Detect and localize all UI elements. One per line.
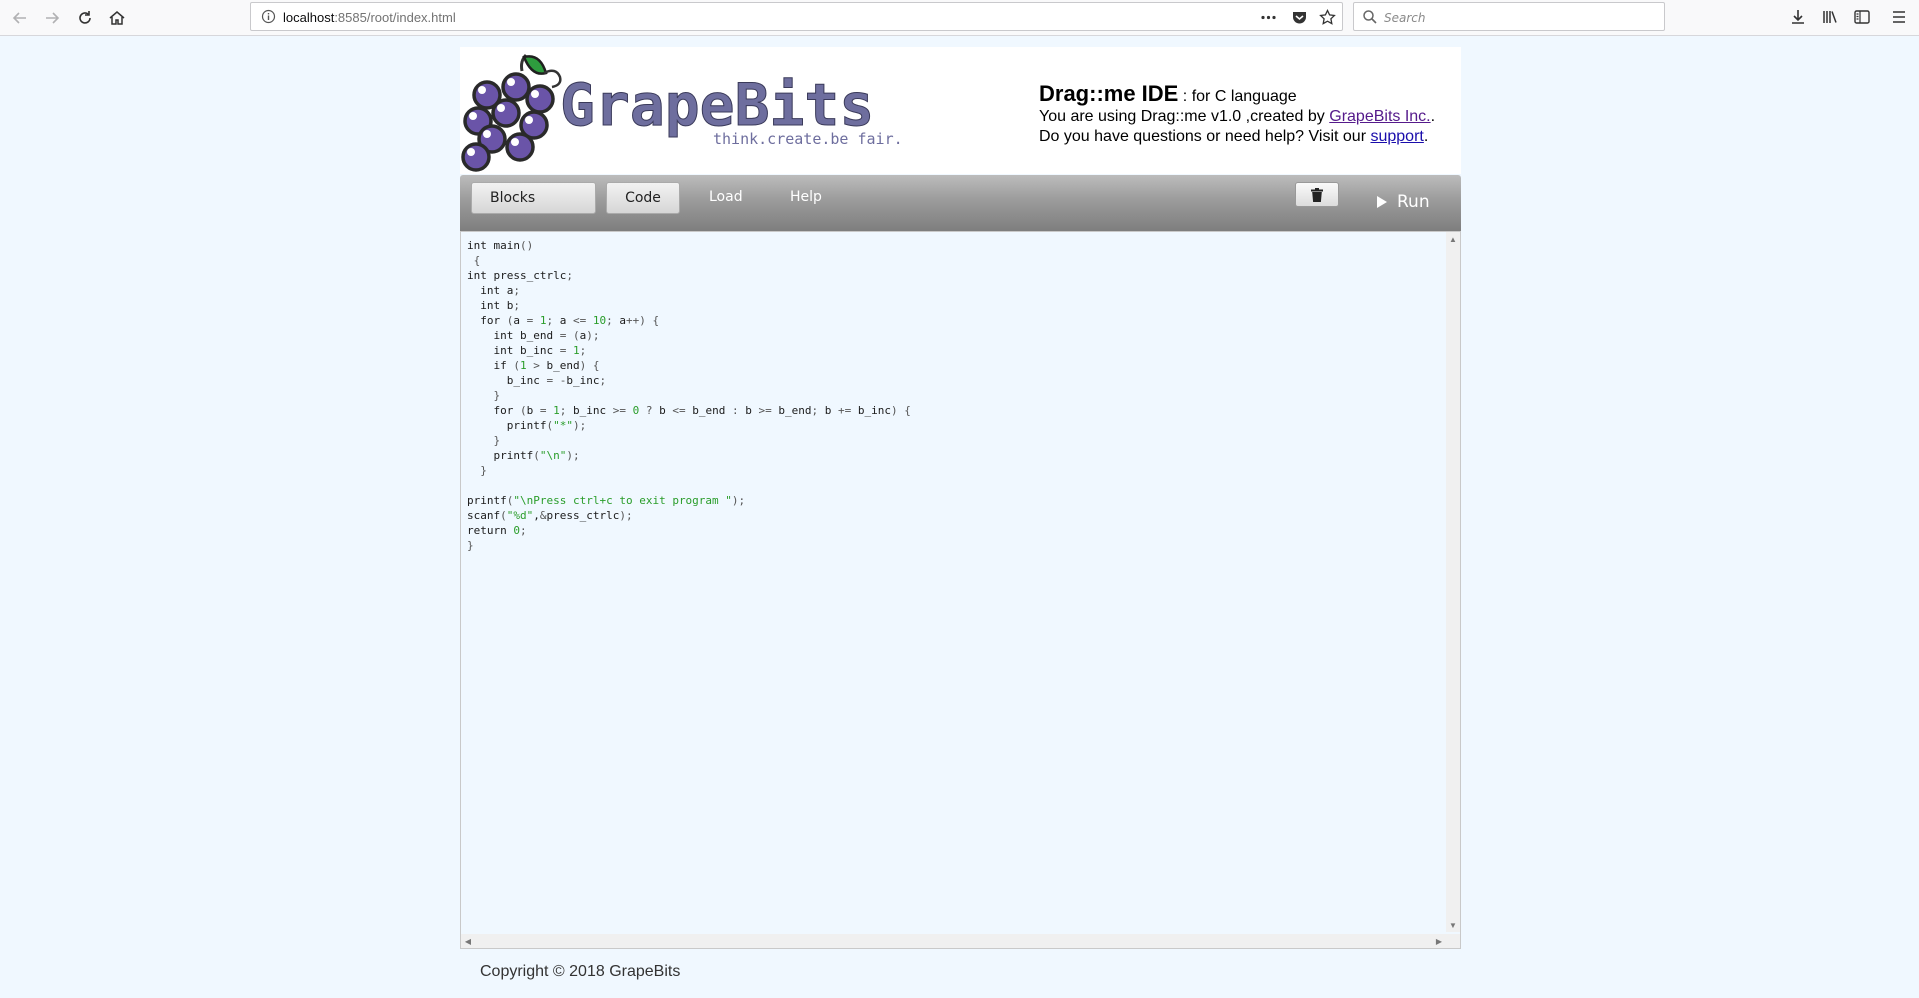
info-icon[interactable]	[261, 9, 276, 24]
code-line: printf("\nPress ctrl+c to exit program "…	[467, 494, 746, 507]
header: GrapeBits think.create.be fair. Drag::me…	[460, 47, 1461, 174]
library-icon[interactable]	[1820, 7, 1840, 27]
help-line: Do you have questions or need help? Visi…	[1039, 127, 1435, 147]
help-suffix: .	[1423, 128, 1429, 145]
reload-icon[interactable]	[73, 6, 97, 30]
ide-info: Drag::me IDE : for C language You are us…	[1039, 81, 1435, 147]
company-link[interactable]: GrapeBits Inc.	[1329, 108, 1430, 125]
code-line: b_inc = -b_inc;	[467, 374, 607, 387]
help-text: Do you have questions or need help? Visi…	[1039, 128, 1371, 145]
back-icon[interactable]	[8, 6, 32, 30]
forward-icon[interactable]	[40, 6, 64, 30]
ide-toolbar: Blocks Code Load Help Run	[460, 175, 1461, 231]
code-line: for (a = 1; a <= 10; a++) {	[467, 314, 660, 327]
version-line: You are using Drag::me v1.0 ,created by …	[1039, 107, 1435, 127]
support-link[interactable]: support	[1370, 128, 1423, 145]
code-line: printf("\n");	[467, 449, 580, 462]
search-bar[interactable]	[1353, 2, 1665, 31]
load-button[interactable]: Load	[709, 189, 743, 205]
code-line: printf("*");	[467, 419, 587, 432]
ide-title: Drag::me IDE	[1039, 81, 1179, 106]
code-line: for (b = 1; b_inc >= 0 ? b <= b_end : b …	[467, 404, 911, 417]
code-line: scanf("%d",&press_ctrlc);	[467, 509, 633, 522]
blocks-button[interactable]: Blocks	[471, 182, 596, 214]
address-bar[interactable]: localhost:8585/root/index.html	[250, 2, 1343, 31]
blocks-label: Blocks	[490, 190, 536, 206]
code-line: int b_end = (a);	[467, 329, 600, 342]
code-line: }	[467, 539, 474, 552]
run-label: Run	[1397, 192, 1430, 212]
logo-text: GrapeBits	[560, 71, 874, 139]
scroll-right-icon[interactable]: ▶	[1432, 934, 1446, 948]
menu-icon[interactable]	[1889, 7, 1909, 27]
url-path: :8585/root/index.html	[334, 10, 456, 25]
code-line: int a;	[467, 284, 520, 297]
code-line: int main()	[467, 239, 534, 252]
code-line: int b;	[467, 299, 520, 312]
help-button[interactable]: Help	[790, 189, 822, 205]
run-button[interactable]: Run	[1376, 188, 1430, 216]
url-text: localhost:8585/root/index.html	[283, 10, 456, 25]
ide-subtitle: : for C language	[1178, 88, 1297, 105]
code-line: return 0;	[467, 524, 527, 537]
code-line: }	[480, 464, 487, 477]
vertical-scrollbar[interactable]: ▲ ▼	[1446, 232, 1460, 932]
code-editor[interactable]: int main() { int press_ctrlc; int a; int …	[460, 231, 1461, 949]
search-icon	[1363, 10, 1377, 24]
code-line: {	[473, 254, 481, 267]
code-line: if (1 > b_end) {	[467, 359, 600, 372]
footer-copyright: Copyright © 2018 GrapeBits	[480, 963, 681, 980]
play-icon	[1377, 196, 1387, 208]
grapebits-logo: GrapeBits think.create.be fair.	[461, 53, 903, 172]
browser-toolbar: localhost:8585/root/index.html	[0, 0, 1919, 36]
scroll-down-icon[interactable]: ▼	[1446, 918, 1460, 932]
sidebar-icon[interactable]	[1852, 7, 1872, 27]
pocket-icon[interactable]	[1291, 9, 1308, 26]
horizontal-scrollbar[interactable]: ◀ ▶	[461, 934, 1460, 948]
ide-container: GrapeBits think.create.be fair. Drag::me…	[460, 47, 1461, 949]
code-button[interactable]: Code	[606, 182, 680, 214]
code-label: Code	[625, 190, 661, 206]
bookmark-star-icon[interactable]	[1319, 9, 1336, 26]
scroll-left-icon[interactable]: ◀	[461, 934, 475, 948]
code-line: int b_inc = 1;	[467, 344, 587, 357]
code-line: }	[493, 389, 501, 402]
version-suffix: .	[1430, 108, 1436, 125]
trash-button[interactable]	[1295, 182, 1339, 207]
code-line: }	[493, 434, 501, 447]
trash-icon	[1311, 187, 1323, 202]
scroll-up-icon[interactable]: ▲	[1446, 232, 1460, 246]
version-text: You are using Drag::me v1.0 ,created by	[1039, 108, 1330, 125]
code-text[interactable]: int main() { int press_ctrlc; int a; int …	[467, 238, 911, 553]
home-icon[interactable]	[105, 6, 129, 30]
download-icon[interactable]	[1788, 7, 1808, 27]
search-input[interactable]	[1382, 7, 1656, 29]
logo-tagline: think.create.be fair.	[713, 130, 903, 148]
ide-heading: Drag::me IDE : for C language	[1039, 81, 1435, 107]
code-line: int press_ctrlc;	[467, 269, 573, 282]
url-host: localhost	[283, 10, 335, 25]
more-actions-icon[interactable]	[1260, 9, 1277, 26]
